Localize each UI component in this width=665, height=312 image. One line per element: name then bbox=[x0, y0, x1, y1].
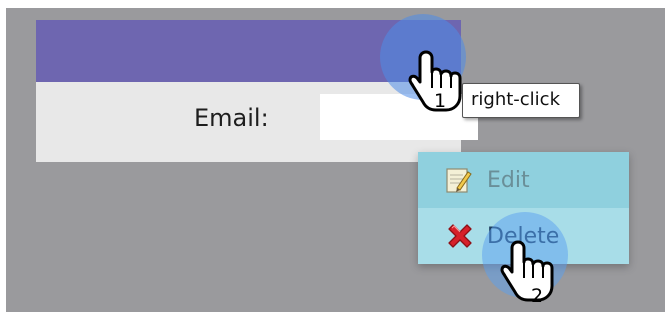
menu-item-edit[interactable]: Edit bbox=[418, 152, 629, 208]
menu-item-edit-label: Edit bbox=[487, 168, 530, 193]
step-1-number: 1 bbox=[434, 90, 447, 112]
hand-cursor-icon bbox=[500, 240, 554, 302]
edit-notepad-icon bbox=[446, 168, 472, 193]
step-1-action-label: right-click bbox=[471, 89, 561, 110]
delete-x-icon bbox=[448, 224, 472, 248]
step-2-number: 2 bbox=[531, 285, 544, 307]
step-1-tooltip: right-click bbox=[462, 83, 580, 118]
email-label: Email: bbox=[194, 104, 269, 132]
